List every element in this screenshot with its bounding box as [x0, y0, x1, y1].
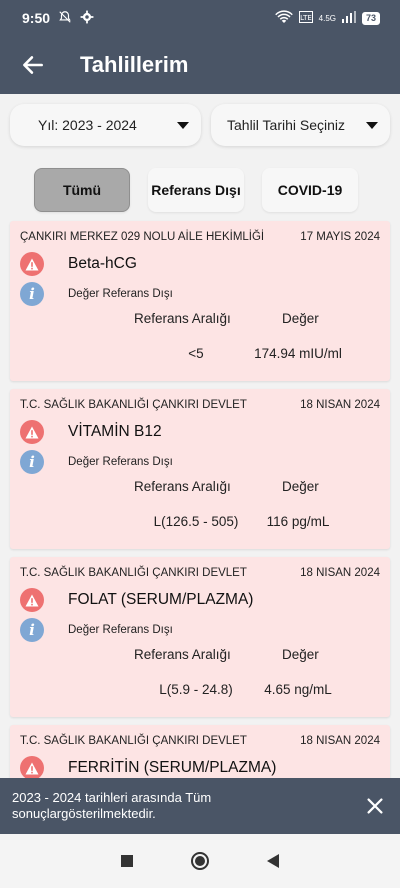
year-dropdown-label: Yıl: 2023 - 2024	[38, 117, 137, 133]
chip-covid[interactable]: COVID-19	[262, 168, 358, 212]
chip-all[interactable]: Tümü	[34, 168, 130, 212]
value-label: Değer	[282, 647, 319, 662]
recents-square-icon[interactable]	[116, 850, 138, 872]
settings-gear-icon	[80, 10, 94, 27]
battery-indicator: 73	[361, 11, 380, 25]
result-institution: ÇANKIRI MERKEZ 029 NOLU AİLE HEKİMLİĞİ	[20, 231, 265, 243]
page-title: Tahlillerim	[80, 52, 189, 77]
info-icon[interactable]: i	[20, 450, 44, 474]
wifi-icon	[274, 9, 293, 27]
reference-range-label: Referans Aralığı	[134, 647, 231, 662]
network-type: 4.5G	[318, 13, 336, 23]
result-date: 18 NISAN 2024	[300, 399, 380, 411]
close-icon[interactable]	[364, 795, 386, 817]
result-test-name: FERRİTİN (SERUM/PLAZMA)	[68, 759, 277, 776]
reference-range-label: Referans Aralığı	[134, 479, 231, 494]
back-triangle-icon[interactable]	[262, 850, 284, 872]
result-test-name: VİTAMİN B12	[68, 423, 162, 440]
caret-down-icon	[366, 121, 378, 129]
warning-icon	[20, 252, 44, 276]
result-value: 174.94 mIU/ml	[254, 346, 342, 361]
volte-icon: LTE	[298, 10, 313, 26]
snackbar-message-line1: 2023 - 2024 tarihleri arasında Tüm	[12, 790, 212, 805]
chip-out-of-reference[interactable]: Referans Dışı	[148, 168, 244, 212]
svg-text:LTE: LTE	[300, 14, 312, 22]
reference-range-label: Referans Aralığı	[134, 311, 231, 326]
result-card[interactable]: T.C. SAĞLIK BAKANLIĞI ÇANKIRI DEVLET 18 …	[10, 389, 390, 549]
status-time: 9:50	[22, 10, 51, 26]
home-circle-icon[interactable]	[189, 850, 211, 872]
snackbar-message-line2: sonuçlargösterilmektedir.	[12, 806, 156, 821]
value-label: Değer	[282, 311, 319, 326]
signal-icon	[341, 10, 356, 26]
filter-chips: Tümü Referans Dışı COVID-19	[0, 146, 400, 212]
caret-down-icon	[177, 121, 189, 129]
system-nav-bar	[0, 834, 400, 888]
info-snackbar: 2023 - 2024 tarihleri arasında Tüm sonuç…	[0, 778, 400, 834]
result-status: Değer Referans Dışı	[68, 456, 173, 468]
bell-muted-icon	[58, 10, 72, 27]
result-value: 4.65 ng/mL	[264, 682, 332, 697]
warning-icon	[20, 756, 44, 780]
result-value: 116 pg/mL	[266, 514, 330, 529]
warning-icon	[20, 588, 44, 612]
result-status: Değer Referans Dışı	[68, 288, 173, 300]
result-institution: T.C. SAĞLIK BAKANLIĞI ÇANKIRI DEVLET	[20, 567, 247, 579]
result-date: 18 NISAN 2024	[300, 735, 380, 747]
result-date: 17 MAYIS 2024	[300, 231, 380, 243]
app-screen: 9:50 LTE 4.5G 73 Tahlillerim Yıl: 2023 -…	[0, 0, 400, 888]
status-bar: 9:50 LTE 4.5G 73	[0, 0, 400, 36]
result-test-name: FOLAT (SERUM/PLAZMA)	[68, 591, 254, 608]
year-dropdown[interactable]: Yıl: 2023 - 2024	[10, 104, 201, 146]
result-card[interactable]: ÇANKIRI MERKEZ 029 NOLU AİLE HEKİMLİĞİ 1…	[10, 221, 390, 381]
result-card[interactable]: T.C. SAĞLIK BAKANLIĞI ÇANKIRI DEVLET 18 …	[10, 557, 390, 717]
date-dropdown[interactable]: Tahlil Tarihi Seçiniz	[211, 104, 390, 146]
result-institution: T.C. SAĞLIK BAKANLIĞI ÇANKIRI DEVLET	[20, 735, 247, 747]
info-icon[interactable]: i	[20, 282, 44, 306]
top-bar: 9:50 LTE 4.5G 73 Tahlillerim	[0, 0, 400, 94]
result-status: Değer Referans Dışı	[68, 624, 173, 636]
value-label: Değer	[282, 479, 319, 494]
warning-icon	[20, 420, 44, 444]
result-institution: T.C. SAĞLIK BAKANLIĞI ÇANKIRI DEVLET	[20, 399, 247, 411]
result-test-name: Beta-hCG	[68, 255, 137, 272]
filter-bar: Yıl: 2023 - 2024 Tahlil Tarihi Seçiniz	[0, 94, 400, 146]
result-date: 18 NISAN 2024	[300, 567, 380, 579]
info-icon[interactable]: i	[20, 618, 44, 642]
app-bar: Tahlillerim	[0, 36, 400, 94]
date-dropdown-label: Tahlil Tarihi Seçiniz	[227, 117, 346, 133]
back-arrow-icon[interactable]	[20, 52, 46, 78]
